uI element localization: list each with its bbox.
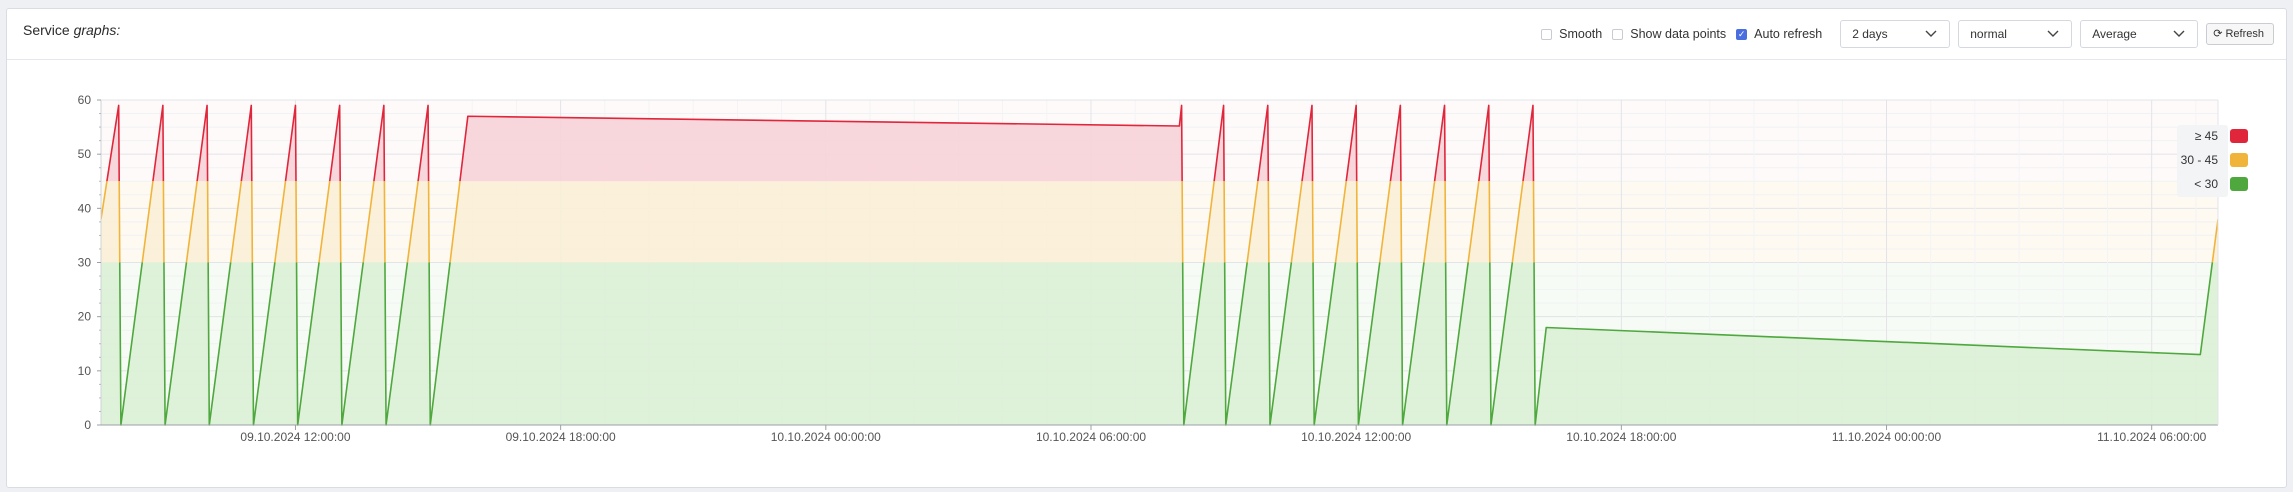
y-tick-label: 0 [84,418,91,432]
y-tick-label: 10 [78,364,92,378]
x-tick-label: 09.10.2024 12:00:00 [240,430,350,444]
service-graph-chart: 0102030405060 09.10.2024 12:00:00 09.10.2… [78,93,2248,444]
legend-label: 30 - 45 [2181,153,2219,167]
y-tick-label: 50 [78,147,92,161]
x-tick-label: 10.10.2024 12:00:00 [1301,430,1411,444]
y-tick-label: 20 [78,310,92,324]
legend-label: ≥ 45 [2195,129,2219,143]
legend-label: < 30 [2194,177,2218,191]
x-tick-label: 10.10.2024 06:00:00 [1036,430,1146,444]
x-tick-label: 10.10.2024 18:00:00 [1566,430,1676,444]
legend-swatch [2230,153,2248,167]
legend-swatch [2230,129,2248,143]
x-tick-label: 09.10.2024 18:00:00 [506,430,616,444]
y-tick-label: 60 [78,93,92,107]
x-tick-label: 10.10.2024 00:00:00 [771,430,881,444]
y-tick-label: 30 [78,256,92,270]
x-axis-ticks: 09.10.2024 12:00:00 09.10.2024 18:00:00 10… [240,425,2207,444]
x-tick-label: 11.10.2024 00:00:00 [1832,430,1942,444]
legend-swatch [2230,177,2248,191]
y-tick-label: 40 [78,201,92,215]
y-axis-ticks: 0 10 20 30 40 50 60 [78,93,101,432]
x-tick-label: 11.10.2024 06:00:00 [2097,430,2207,444]
chart-legend: ≥ 45 30 - 45 < 30 [2177,125,2248,197]
